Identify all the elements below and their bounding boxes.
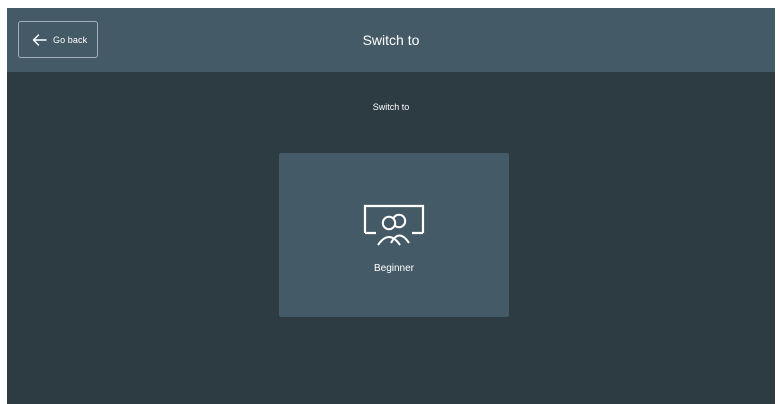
section-subtitle: Switch to xyxy=(372,102,410,112)
page-title: Switch to xyxy=(362,32,420,48)
group-presentation-icon xyxy=(362,203,426,254)
option-card-beginner[interactable]: Beginner xyxy=(279,153,509,317)
header-bar: Go back Switch to xyxy=(7,8,775,72)
app-window: Go back Switch to Switch to Beginner xyxy=(7,8,775,404)
option-label-beginner: Beginner xyxy=(373,263,415,274)
